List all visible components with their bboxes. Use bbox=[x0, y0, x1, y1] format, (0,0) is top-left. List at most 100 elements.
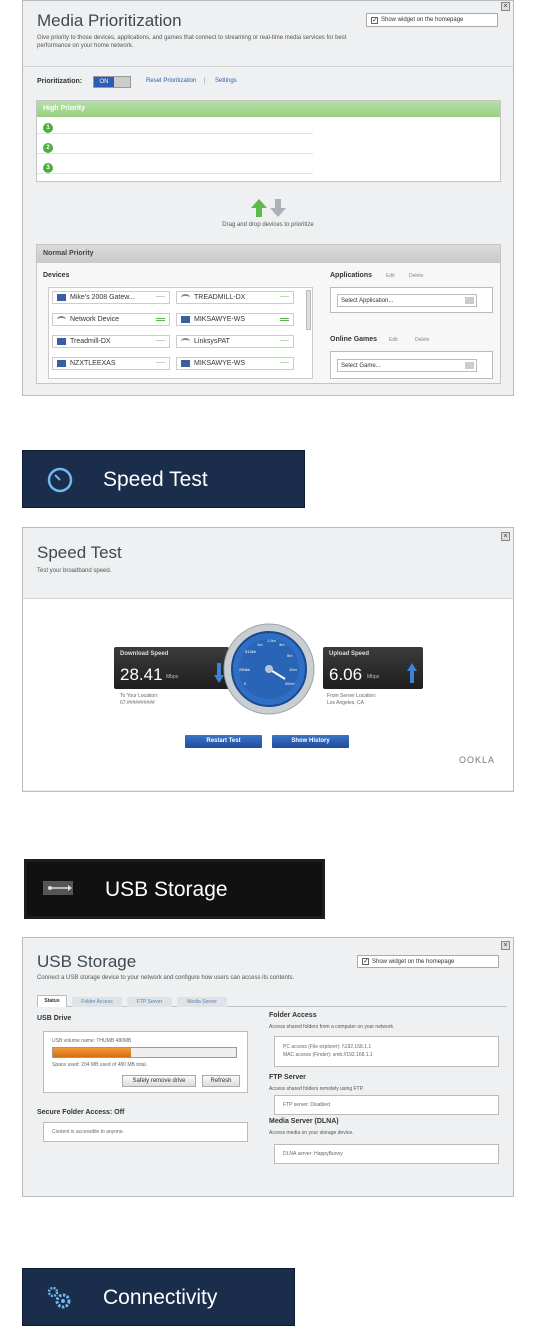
panel-description: Give priority to those devices, applicat… bbox=[37, 35, 347, 49]
signal-strength-icon bbox=[156, 318, 165, 321]
safely-remove-drive-button[interactable]: Safely remove drive bbox=[122, 1075, 196, 1087]
laptop-icon bbox=[57, 338, 66, 345]
wireless-icon bbox=[181, 294, 190, 301]
games-edit-link[interactable]: Edit bbox=[389, 337, 398, 343]
device-item[interactable]: Network Device bbox=[52, 313, 170, 326]
device-item[interactable]: MIKSAWYE-WS bbox=[176, 313, 294, 326]
applications-edit-link[interactable]: Edit bbox=[386, 273, 395, 279]
tab-ftp-server[interactable]: FTP Server bbox=[127, 997, 172, 1007]
gauge-tick-512kb: 512kb bbox=[245, 649, 256, 654]
upload-unit: Mbps bbox=[367, 674, 380, 680]
device-item[interactable]: NZXTLEEXAS bbox=[52, 357, 170, 370]
applications-delete-link[interactable]: Delete bbox=[409, 273, 423, 279]
signal-strength-icon bbox=[156, 340, 165, 343]
gauge-tick-0: 0 bbox=[244, 681, 247, 686]
priority-slot-3[interactable]: 3 bbox=[37, 161, 313, 174]
laptop-icon bbox=[181, 316, 190, 323]
wireless-icon bbox=[181, 338, 190, 345]
gauge-tick-10m: 10m bbox=[289, 667, 297, 672]
device-item[interactable]: Mike's 2008 Gatew... bbox=[52, 291, 170, 304]
normal-priority-box: Normal Priority Devices Mike's 2008 Gate… bbox=[36, 244, 501, 384]
show-widget-checkbox[interactable]: ✓ Show widget on the homepage bbox=[366, 13, 498, 27]
device-item[interactable]: LinksysPAT bbox=[176, 335, 294, 348]
upload-arrow-icon bbox=[407, 663, 417, 688]
upload-card: Upload Speed 6.06 Mbps bbox=[323, 647, 423, 689]
close-icon[interactable]: × bbox=[501, 941, 510, 950]
applications-label: Applications bbox=[330, 272, 373, 279]
usb-drive-label: USB Drive bbox=[37, 1015, 72, 1022]
secure-folder-label: Secure Folder Access: Off bbox=[37, 1109, 125, 1116]
upload-label: Upload Speed bbox=[329, 651, 370, 657]
device-item[interactable]: Treadmill-DX bbox=[52, 335, 170, 348]
folder-access-label: Folder Access bbox=[269, 1012, 317, 1019]
usb-icon bbox=[43, 881, 73, 900]
checkbox-icon: ✓ bbox=[362, 958, 369, 965]
to-location-value: 67.########## bbox=[120, 700, 155, 706]
prioritization-bar: Prioritization: ON Reset Prioritization … bbox=[23, 66, 513, 96]
high-priority-box: High Priority 1 2 3 bbox=[36, 100, 501, 182]
device-item[interactable]: MIKSAWYE-WS bbox=[176, 357, 294, 370]
games-delete-link[interactable]: Delete bbox=[415, 337, 429, 343]
speed-test-banner[interactable]: Speed Test bbox=[22, 450, 305, 508]
laptop-icon bbox=[57, 360, 66, 367]
show-widget-label: Show widget on the homepage bbox=[372, 958, 455, 965]
priority-slot-1[interactable]: 1 bbox=[37, 121, 313, 134]
connectivity-banner[interactable]: Connectivity bbox=[22, 1268, 295, 1326]
folder-access-box: PC access (File explorer): \\192.168.1.1… bbox=[274, 1036, 499, 1067]
select-game-dropdown[interactable]: Select Game... bbox=[337, 359, 477, 372]
gauge-tick-20m: 20m+ bbox=[285, 681, 296, 686]
priority-number-1: 1 bbox=[43, 123, 53, 133]
signal-strength-icon bbox=[280, 340, 289, 343]
select-application-dropdown[interactable]: Select Application... bbox=[337, 294, 477, 307]
page-title: Speed Test bbox=[37, 543, 122, 562]
show-history-button[interactable]: Show History bbox=[272, 735, 349, 748]
gears-icon bbox=[45, 1285, 73, 1316]
select-game-box: Select Game... bbox=[330, 351, 493, 379]
priority-slot-2[interactable]: 2 bbox=[37, 141, 313, 154]
signal-strength-icon bbox=[280, 296, 289, 299]
select-game-value: Select Game... bbox=[341, 363, 381, 369]
usb-subtitle: Connect a USB storage device to your net… bbox=[37, 975, 295, 981]
settings-link[interactable]: Settings bbox=[215, 78, 237, 84]
mac-access-text: MAC access (Finder): smb://192.168.1.1 bbox=[283, 1052, 373, 1058]
restart-test-button[interactable]: Restart Test bbox=[185, 735, 262, 748]
devices-list[interactable]: Mike's 2008 Gatew... TREADMILL-DX Network … bbox=[48, 287, 313, 379]
folder-access-desc: Access shared folders from a computer on… bbox=[269, 1024, 395, 1030]
media-prioritization-panel: Media Prioritization × Give priority to … bbox=[22, 0, 514, 396]
high-priority-title: High Priority bbox=[43, 105, 86, 112]
device-name: MIKSAWYE-WS bbox=[194, 316, 246, 323]
normal-priority-header: Normal Priority bbox=[37, 245, 500, 263]
device-name: Network Device bbox=[70, 316, 120, 323]
usb-drive-box: USB volume name: THUMB 480MB Space used:… bbox=[43, 1031, 248, 1093]
speed-test-banner-label: Speed Test bbox=[103, 468, 208, 491]
device-item[interactable]: TREADMILL-DX bbox=[176, 291, 294, 304]
space-used-text: Space used: 204 MB used of 480 MB total. bbox=[52, 1062, 148, 1068]
secure-folder-box: Content is accessible to anyone. bbox=[43, 1122, 248, 1142]
page-title: USB Storage bbox=[37, 952, 137, 971]
close-icon[interactable]: × bbox=[501, 2, 510, 11]
online-games-label: Online Games bbox=[330, 336, 378, 343]
gauge-tick-1m: 1m bbox=[257, 642, 263, 647]
device-name: NZXTLEEXAS bbox=[70, 360, 116, 367]
upload-value: 6.06 bbox=[329, 665, 363, 684]
media-server-label: Media Server (DLNA) bbox=[269, 1118, 339, 1125]
dlna-status-text: DLNA server: HappyBunny bbox=[283, 1151, 343, 1157]
usb-tabs: Status Folder Access FTP Server Media Se… bbox=[37, 995, 507, 1007]
pc-access-text: PC access (File explorer): \\192.168.1.1 bbox=[283, 1044, 372, 1050]
tab-media-server[interactable]: Media Server bbox=[177, 997, 227, 1007]
download-label: Download Speed bbox=[120, 651, 169, 657]
tab-folder-access[interactable]: Folder Access bbox=[72, 997, 122, 1007]
speed-test-subtitle: Test your broadband speed. bbox=[37, 568, 112, 574]
usb-storage-banner[interactable]: USB Storage bbox=[24, 859, 325, 919]
prioritization-toggle[interactable]: ON bbox=[93, 76, 131, 88]
reset-prioritization-link[interactable]: Reset Prioritization bbox=[146, 78, 196, 84]
show-widget-checkbox[interactable]: ✓ Show widget on the homepage bbox=[357, 955, 499, 968]
device-name: MIKSAWYE-WS bbox=[194, 360, 246, 367]
devices-scrollbar[interactable] bbox=[306, 290, 311, 330]
usb-storage-panel: USB Storage × Connect a USB storage devi… bbox=[22, 937, 514, 1197]
normal-priority-title: Normal Priority bbox=[43, 250, 94, 257]
tab-status[interactable]: Status bbox=[37, 995, 67, 1007]
close-icon[interactable]: × bbox=[501, 532, 510, 541]
wireless-icon bbox=[57, 316, 66, 323]
refresh-button[interactable]: Refresh bbox=[202, 1075, 240, 1087]
